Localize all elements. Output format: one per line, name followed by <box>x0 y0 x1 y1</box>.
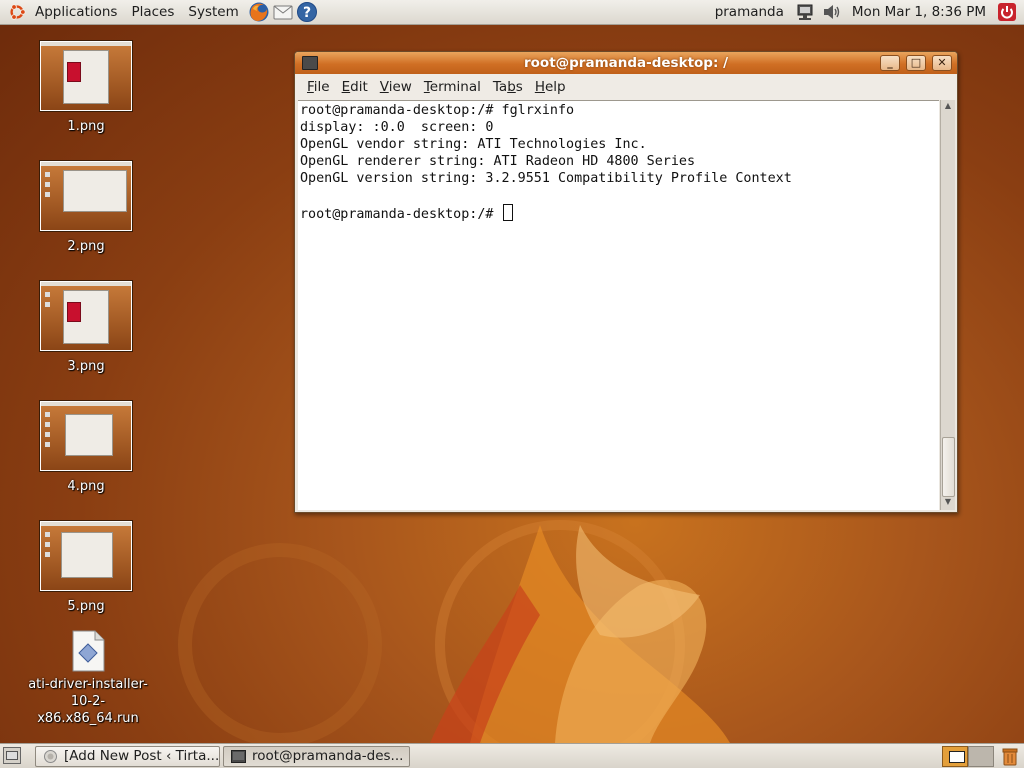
system-menu[interactable]: System <box>181 0 245 25</box>
scroll-down-arrow-icon[interactable]: ▼ <box>941 496 955 508</box>
menu-tabs[interactable]: Tabs <box>487 79 529 95</box>
image-thumbnail-icon <box>40 281 132 351</box>
image-thumbnail-icon <box>40 401 132 471</box>
terminal-line: OpenGL renderer string: ATI Radeon HD 48… <box>300 154 696 169</box>
workspace-1[interactable] <box>942 746 968 767</box>
desktop-icon-label: 3.png <box>67 359 105 374</box>
terminal-prompt: root@pramanda-desktop:/# <box>300 207 502 222</box>
scrollbar-thumb[interactable] <box>942 437 955 497</box>
desktop-icon-label: 5.png <box>67 599 105 614</box>
volume-icon[interactable] <box>821 2 841 22</box>
menu-help[interactable]: Help <box>529 79 572 95</box>
menu-file[interactable]: File <box>301 79 336 95</box>
window-title: root@pramanda-desktop: / <box>523 55 728 71</box>
svg-text:?: ? <box>303 5 311 21</box>
taskbar-button-label: [Add New Post ‹ Tirta... <box>64 748 220 764</box>
window-titlebar[interactable]: root@pramanda-desktop: / _ □ ✕ <box>295 52 957 74</box>
menu-edit[interactable]: Edit <box>336 79 374 95</box>
network-icon[interactable] <box>795 2 815 22</box>
image-thumbnail-icon <box>40 41 132 111</box>
desktop-icon-5-png[interactable]: 5.png <box>21 521 151 615</box>
maximize-button[interactable]: □ <box>906 55 926 71</box>
image-thumbnail-icon <box>40 161 132 231</box>
scroll-up-arrow-icon[interactable]: ▲ <box>941 100 955 112</box>
desktop-icon-3-png[interactable]: 3.png <box>21 281 151 375</box>
main-menu: Applications Places System ? <box>0 0 318 24</box>
mail-icon[interactable] <box>272 1 294 23</box>
close-icon: ✕ <box>937 56 947 69</box>
show-desktop-icon <box>6 751 18 760</box>
terminal-output[interactable]: root@pramanda-desktop:/# fglrxinfo displ… <box>298 100 939 510</box>
terminal-line: display: :0.0 screen: 0 <box>300 120 494 135</box>
system-tray: pramanda Mon Mar 1, 8:36 PM <box>707 0 1024 24</box>
terminal-line: root@pramanda-desktop:/# fglrxinfo <box>300 103 575 118</box>
image-thumbnail-icon <box>40 521 132 591</box>
desktop-icon-2-png[interactable]: 2.png <box>21 161 151 255</box>
workspace-2[interactable] <box>968 746 994 767</box>
minimize-button[interactable]: _ <box>880 55 900 71</box>
desktop-icon-label: 1.png <box>67 119 105 134</box>
clock[interactable]: Mon Mar 1, 8:36 PM <box>844 4 994 20</box>
menu-terminal[interactable]: Terminal <box>418 79 487 95</box>
terminal-scrollbar[interactable]: ▲ ▼ <box>940 100 955 510</box>
terminal-icon <box>231 750 246 763</box>
firefox-icon <box>44 750 57 763</box>
power-icon[interactable] <box>997 2 1017 22</box>
ubuntu-logo-icon[interactable] <box>8 3 26 21</box>
maximize-icon: □ <box>910 56 922 69</box>
terminal-prompt-line[interactable]: root@pramanda-desktop:/# <box>300 204 939 222</box>
taskbar-button-firefox[interactable]: [Add New Post ‹ Tirta... <box>35 746 220 767</box>
bottom-panel: [Add New Post ‹ Tirta... root@pramanda-d… <box>0 743 1024 768</box>
top-panel: Applications Places System ? pramanda Mo… <box>0 0 1024 25</box>
menu-view[interactable]: View <box>374 79 418 95</box>
help-icon[interactable]: ? <box>296 1 318 23</box>
workspace-window-preview <box>949 751 965 763</box>
show-desktop-button[interactable] <box>3 747 21 764</box>
terminal-line: OpenGL version string: 3.2.9551 Compatib… <box>300 171 792 186</box>
close-button[interactable]: ✕ <box>932 55 952 71</box>
terminal-line: OpenGL vendor string: ATI Technologies I… <box>300 137 647 152</box>
taskbar-button-label: root@pramanda-des... <box>252 748 404 764</box>
desktop: { "top_panel": { "menus": ["Applications… <box>0 0 1024 768</box>
desktop-icon-label: ati-driver-installer-10-2-x86.x86_64.run <box>28 677 148 726</box>
terminal-window[interactable]: root@pramanda-desktop: / _ □ ✕ File Edit… <box>294 51 958 513</box>
desktop-icon-4-png[interactable]: 4.png <box>21 401 151 495</box>
desktop-icon-1-png[interactable]: 1.png <box>21 41 151 135</box>
desktop-icon-label: 2.png <box>67 239 105 254</box>
places-menu[interactable]: Places <box>124 0 181 25</box>
text-cursor <box>502 204 513 221</box>
applications-menu[interactable]: Applications <box>28 0 124 25</box>
taskbar-button-terminal[interactable]: root@pramanda-des... <box>223 746 410 767</box>
firefox-icon[interactable] <box>248 1 270 23</box>
desktop-icon-label: 4.png <box>67 479 105 494</box>
minimize-icon: _ <box>887 56 893 69</box>
package-file-icon <box>72 630 105 672</box>
desktop-icon-installer[interactable]: ati-driver-installer-10-2-x86.x86_64.run <box>23 630 153 727</box>
trash-icon[interactable] <box>1001 747 1019 766</box>
terminal-menubar: File Edit View Terminal Tabs Help <box>295 74 957 100</box>
username-label[interactable]: pramanda <box>707 4 792 20</box>
